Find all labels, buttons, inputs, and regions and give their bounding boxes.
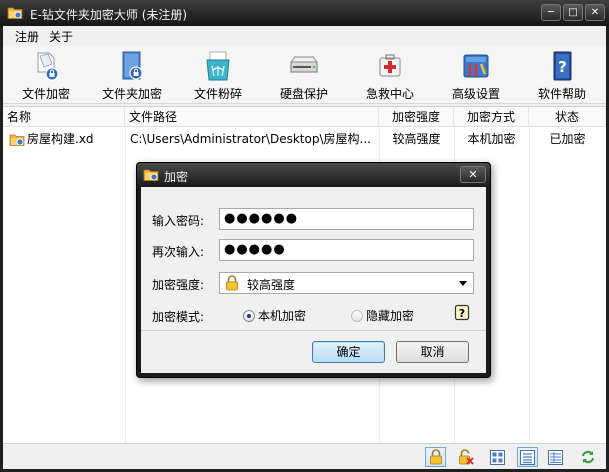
mode-local-radio[interactable]: 本机加密 bbox=[243, 307, 306, 324]
ok-button[interactable]: 确定 bbox=[312, 341, 385, 363]
unlock-button[interactable] bbox=[455, 447, 476, 467]
mode-row: 加密模式: 本机加密 隐藏加密 ? bbox=[141, 304, 486, 328]
lock-view-button[interactable] bbox=[425, 447, 446, 467]
toolbar: 文件加密 文件夹加密 文件粉碎 硬盘保护 急救中心 高级设置 ? 软件帮助 bbox=[3, 46, 606, 104]
table-header: 名称 文件路径 加密强度 加密方式 状态 bbox=[3, 107, 606, 127]
cell-name: 房屋构建.xd bbox=[27, 132, 94, 146]
folder-encrypt-button[interactable]: 文件夹加密 bbox=[89, 46, 175, 104]
dialog-footer: 确定 取消 bbox=[141, 331, 486, 373]
confirm-password-input[interactable]: ●●●●● bbox=[219, 239, 474, 261]
first-aid-button[interactable]: 急救中心 bbox=[347, 46, 433, 104]
mode-hidden-label: 隐藏加密 bbox=[366, 309, 415, 323]
toolbar-label: 文件夹加密 bbox=[101, 87, 162, 101]
svg-text:?: ? bbox=[558, 58, 567, 76]
chevron-down-icon bbox=[459, 281, 467, 286]
first-aid-icon bbox=[379, 54, 401, 77]
details-view-icon bbox=[548, 449, 563, 465]
mode-local-label: 本机加密 bbox=[258, 309, 307, 323]
dialog-body: 输入密码: ●●●●●● 再次输入: ●●●●● 加密强度: 较高强度 加密模式… bbox=[141, 187, 486, 373]
shredder-icon bbox=[206, 51, 230, 81]
column-strength[interactable]: 加密强度 bbox=[379, 107, 454, 127]
folder-lock-icon bbox=[122, 51, 143, 80]
table-row[interactable]: 房屋构建.xd C:\Users\Administrator\Desktop\房… bbox=[3, 129, 606, 150]
column-status[interactable]: 状态 bbox=[529, 107, 606, 127]
encrypt-dialog: 加密 ✕ 输入密码: ●●●●●● 再次输入: ●●●●● 加密强度: 较高强度 bbox=[136, 162, 491, 378]
dialog-app-icon bbox=[143, 169, 159, 181]
cell-path: C:\Users\Administrator\Desktop\房屋构... bbox=[130, 132, 371, 146]
large-icons-view-button[interactable] bbox=[487, 447, 508, 467]
title-bar[interactable]: E-钻文件夹加密大师 (未注册) ─ □ ✕ bbox=[0, 0, 609, 26]
file-shred-button[interactable]: 文件粉碎 bbox=[175, 46, 261, 104]
cell-strength: 较高强度 bbox=[392, 132, 441, 146]
dialog-title: 加密 bbox=[164, 170, 189, 184]
password-row: 输入密码: ●●●●●● bbox=[141, 208, 486, 232]
status-bar bbox=[3, 443, 606, 469]
disk-protect-button[interactable]: 硬盘保护 bbox=[261, 46, 347, 104]
advanced-settings-icon bbox=[463, 54, 489, 78]
details-view-button[interactable] bbox=[545, 447, 566, 467]
encrypted-file-icon bbox=[9, 134, 25, 146]
dialog-close-button[interactable]: ✕ bbox=[460, 166, 486, 183]
password-input[interactable]: ●●●●●● bbox=[219, 208, 474, 230]
menu-about[interactable]: 关于 bbox=[45, 27, 77, 46]
toolbar-label: 文件粉碎 bbox=[193, 87, 242, 101]
cancel-button[interactable]: 取消 bbox=[396, 341, 469, 363]
toolbar-label: 硬盘保护 bbox=[279, 87, 328, 101]
large-icons-icon bbox=[490, 449, 505, 465]
window-title: E-钻文件夹加密大师 (未注册) bbox=[30, 8, 188, 22]
lock-icon bbox=[226, 275, 238, 291]
column-name[interactable]: 名称 bbox=[3, 107, 125, 127]
confirm-row: 再次输入: ●●●●● bbox=[141, 239, 486, 263]
cell-status: 已加密 bbox=[549, 132, 586, 146]
list-view-icon bbox=[520, 449, 535, 465]
mode-hidden-radio[interactable]: 隐藏加密 bbox=[351, 307, 414, 324]
close-button[interactable]: ✕ bbox=[585, 4, 605, 21]
svg-text:?: ? bbox=[459, 307, 465, 320]
list-view-button[interactable] bbox=[517, 447, 538, 467]
radio-selected-icon bbox=[243, 309, 255, 322]
unlock-icon bbox=[458, 449, 474, 465]
refresh-button[interactable] bbox=[577, 447, 598, 467]
strength-label: 加密强度: bbox=[152, 278, 205, 292]
strength-select[interactable]: 较高强度 bbox=[219, 272, 474, 294]
software-help-button[interactable]: ? 软件帮助 bbox=[519, 46, 605, 104]
strength-value: 较高强度 bbox=[247, 278, 296, 292]
menu-register[interactable]: 注册 bbox=[11, 27, 43, 46]
minimize-button[interactable]: ─ bbox=[541, 4, 561, 21]
toolbar-label: 软件帮助 bbox=[537, 87, 586, 101]
help-book-icon: ? bbox=[553, 51, 572, 81]
app-logo-icon bbox=[7, 7, 23, 19]
lock-icon bbox=[429, 449, 442, 465]
advanced-settings-button[interactable]: 高级设置 bbox=[433, 46, 519, 104]
cell-method: 本机加密 bbox=[467, 132, 516, 146]
column-method[interactable]: 加密方式 bbox=[454, 107, 529, 127]
app-window: E-钻文件夹加密大师 (未注册) ─ □ ✕ 注册 关于 文件加密 文件夹加密 … bbox=[0, 0, 609, 472]
password-label: 输入密码: bbox=[152, 214, 205, 228]
help-icon[interactable]: ? bbox=[454, 304, 470, 321]
refresh-icon bbox=[581, 450, 594, 464]
file-lock-icon bbox=[37, 52, 59, 81]
hard-disk-icon bbox=[289, 56, 319, 73]
toolbar-label: 文件加密 bbox=[21, 87, 70, 101]
dialog-title-bar[interactable]: 加密 ✕ bbox=[137, 163, 490, 187]
mode-label: 加密模式: bbox=[152, 310, 205, 324]
file-encrypt-button[interactable]: 文件加密 bbox=[3, 46, 89, 104]
menu-bar: 注册 关于 bbox=[3, 26, 606, 46]
maximize-button[interactable]: □ bbox=[563, 4, 583, 21]
column-path[interactable]: 文件路径 bbox=[125, 107, 379, 127]
confirm-label: 再次输入: bbox=[152, 245, 205, 259]
toolbar-label: 高级设置 bbox=[451, 87, 500, 101]
radio-unselected-icon bbox=[351, 309, 363, 322]
toolbar-label: 急救中心 bbox=[365, 87, 414, 101]
strength-row: 加密强度: 较高强度 bbox=[141, 272, 486, 296]
